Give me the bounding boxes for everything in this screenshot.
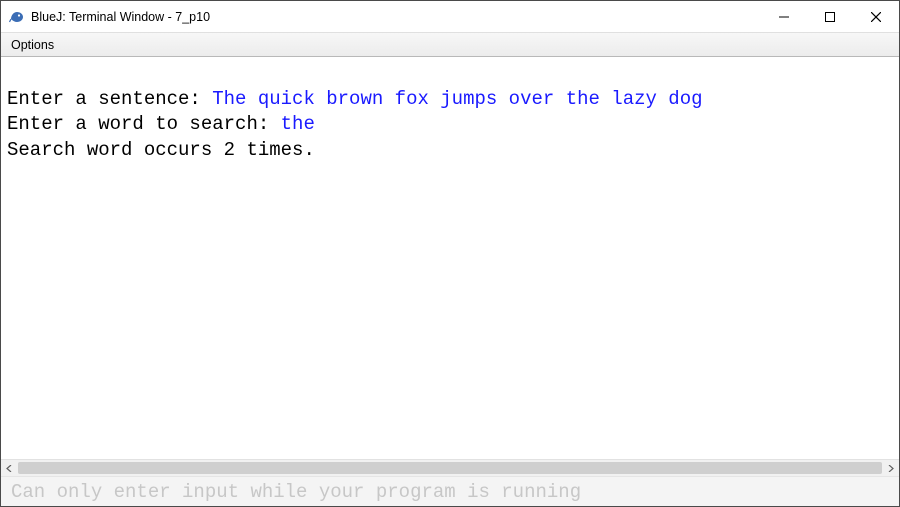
terminal-output-area: Enter a sentence: The quick brown fox ju… (1, 57, 899, 459)
scroll-left-icon[interactable] (1, 460, 18, 477)
minimize-button[interactable] (761, 1, 807, 32)
scrollbar-thumb[interactable] (18, 462, 882, 474)
user-input-sentence: The quick brown fox jumps over the lazy … (212, 88, 702, 110)
titlebar[interactable]: BlueJ: Terminal Window - 7_p10 (1, 1, 899, 33)
stdin-input-bar: Can only enter input while your program … (1, 476, 899, 506)
stdin-placeholder: Can only enter input while your program … (11, 481, 581, 503)
terminal-window: BlueJ: Terminal Window - 7_p10 Options E… (0, 0, 900, 507)
close-icon (871, 12, 881, 22)
horizontal-scrollbar[interactable] (1, 459, 899, 476)
bluej-app-icon (9, 9, 25, 25)
prompt-line-1: Enter a sentence: (7, 88, 212, 110)
maximize-icon (825, 12, 835, 22)
scroll-right-icon[interactable] (882, 460, 899, 477)
scrollbar-track[interactable] (18, 460, 882, 476)
close-button[interactable] (853, 1, 899, 32)
window-controls (761, 1, 899, 32)
user-input-word: the (281, 113, 315, 135)
titlebar-left: BlueJ: Terminal Window - 7_p10 (1, 9, 761, 25)
minimize-icon (779, 12, 789, 22)
menubar: Options (1, 33, 899, 57)
window-title: BlueJ: Terminal Window - 7_p10 (31, 10, 210, 24)
maximize-button[interactable] (807, 1, 853, 32)
output-result: Search word occurs 2 times. (7, 139, 315, 161)
prompt-line-2: Enter a word to search: (7, 113, 281, 135)
menu-options[interactable]: Options (1, 33, 64, 56)
